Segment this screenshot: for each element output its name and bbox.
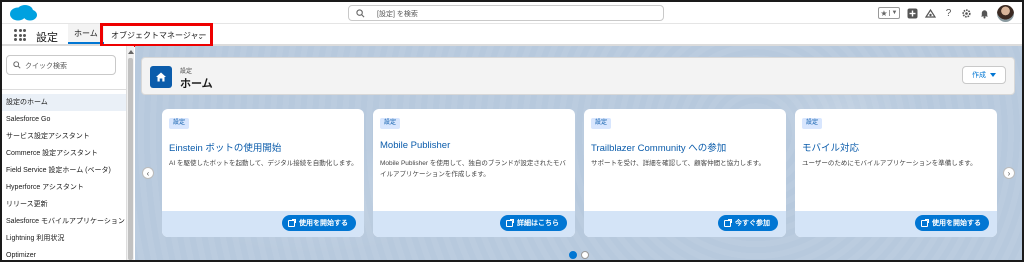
search-icon (356, 9, 365, 18)
card-body: 設定 モバイル対応 ユーザーのためにモバイルアプリケーションを準備します。 (795, 109, 997, 211)
card-title[interactable]: Trailblazer Community への参加 (591, 140, 726, 154)
tab-object-manager-label: オブジェクトマネージャー (111, 30, 207, 40)
app-name: 設定 (36, 32, 58, 44)
external-link-icon (288, 218, 296, 227)
card-title[interactable]: モバイル対応 (802, 140, 859, 154)
favorites-star-icon[interactable]: ★ (879, 9, 889, 18)
get-started-button[interactable]: 使用を開始する (915, 215, 989, 231)
card-body: 設定 Einstein ボットの使用開始 AI を駆使したボットを起動して、デジ… (162, 109, 364, 211)
card-tag: 設定 (591, 118, 612, 129)
sidebar-item-commerce-setup-assistant[interactable]: Commerce 設定アシスタント (2, 145, 126, 162)
chevron-down-icon (990, 73, 996, 77)
sidebar-item-salesforce-mobile-app[interactable]: Salesforce モバイルアプリケーション (2, 213, 126, 230)
global-header: [設定] を検索 ★ ▼ ? (2, 2, 1022, 24)
notifications-bell-icon[interactable] (979, 8, 990, 19)
global-search-input[interactable]: [設定] を検索 (348, 5, 664, 21)
sidebar-item-salesforce-go[interactable]: Salesforce Go (2, 111, 126, 128)
global-actions-add-icon[interactable] (907, 8, 918, 19)
card-description: サポートを受け、詳細を確認して、顧客仲間と協力します。 (591, 160, 766, 167)
header-icons: ★ ▼ ? (878, 4, 1014, 22)
external-link-icon (506, 218, 514, 227)
card-body: 設定 Trailblazer Community への参加 サポートを受け、詳細… (584, 109, 786, 211)
card-description: Mobile Publisher を使用して、独自のブランドが設定されたモバイル… (380, 160, 566, 178)
card-tag: 設定 (380, 118, 401, 129)
sidebar-scrollbar[interactable] (126, 46, 134, 260)
quick-search-placeholder: クイック検索 (25, 63, 67, 70)
create-button[interactable]: 作成 (962, 66, 1006, 84)
page-title: ホーム (180, 78, 213, 90)
card-trailblazer-community: 設定 Trailblazer Community への参加 サポートを受け、詳細… (584, 109, 786, 237)
card-tag: 設定 (802, 118, 823, 129)
favorites-button[interactable]: ★ ▼ (878, 7, 900, 19)
scroll-up-icon[interactable] (128, 50, 134, 54)
quick-search-input[interactable]: クイック検索 (6, 55, 116, 75)
salesforce-logo[interactable] (8, 4, 38, 22)
card-einstein-bots: 設定 Einstein ボットの使用開始 AI を駆使したボットを起動して、デジ… (162, 109, 364, 237)
get-started-button[interactable]: 使用を開始する (282, 215, 356, 231)
card-description: AI を駆使したボットを起動して、デジタル接続を自動化します。 (169, 160, 358, 167)
card-title[interactable]: Einstein ボットの使用開始 (169, 140, 281, 154)
sidebar-divider (2, 89, 126, 90)
external-link-icon (921, 218, 929, 227)
sidebar-item-field-service-setup-home[interactable]: Field Service 設定ホーム (ベータ) (2, 162, 126, 179)
breadcrumb: 設定 (180, 69, 193, 75)
app-navigation-bar: 設定 ホーム オブジェクトマネージャー ⌄ (2, 23, 1022, 47)
sidebar-item-optimizer[interactable]: Optimizer (2, 247, 126, 260)
chevron-down-icon[interactable]: ⌄ (197, 32, 204, 41)
browser-frame: [設定] を検索 ★ ▼ ? 設定 ホーム オブジェクトマネージャー ⌄ クイッ… (0, 0, 1024, 262)
home-icon (150, 66, 172, 88)
card-description: ユーザーのためにモバイルアプリケーションを準備します。 (802, 160, 977, 167)
setup-gear-icon[interactable] (961, 8, 972, 19)
sidebar-item-lightning-usage[interactable]: Lightning 利用状況 (2, 230, 126, 247)
learn-more-button[interactable]: 詳細はこちら (500, 215, 567, 231)
search-placeholder: [設定] を検索 (377, 11, 418, 18)
tab-object-manager[interactable]: オブジェクトマネージャー ⌄ (100, 23, 213, 47)
tab-home[interactable]: ホーム (68, 24, 104, 44)
card-button-label: 今すぐ参加 (735, 220, 770, 227)
search-icon (13, 61, 21, 69)
card-mobile-publisher: 設定 Mobile Publisher Mobile Publisher を使用… (373, 109, 575, 237)
app-launcher-icon[interactable] (14, 29, 26, 41)
carousel-dot-2[interactable] (581, 251, 589, 259)
card-title[interactable]: Mobile Publisher (380, 140, 450, 151)
setup-sidebar: クイック検索 設定のホーム Salesforce Go サービス設定アシスタント… (2, 46, 126, 260)
scroll-thumb[interactable] (128, 58, 133, 260)
user-avatar[interactable] (997, 4, 1014, 22)
setup-home-main: 設定 ホーム 作成 ‹ › 設定 Einstein ボットの使用開始 AI を駆… (135, 46, 1022, 260)
trailhead-icon[interactable] (925, 8, 936, 19)
card-tag: 設定 (169, 118, 190, 129)
create-button-label: 作成 (972, 72, 986, 79)
sidebar-item-service-setup-assistant[interactable]: サービス設定アシスタント (2, 128, 126, 145)
carousel-pagination (569, 251, 589, 259)
favorites-dropdown-icon[interactable]: ▼ (888, 10, 899, 16)
help-icon[interactable]: ? (943, 8, 954, 19)
carousel-dot-1[interactable] (569, 251, 577, 259)
card-button-label: 使用を開始する (299, 220, 348, 227)
page-header: 設定 ホーム 作成 (141, 57, 1015, 95)
carousel-next-button[interactable]: › (1003, 167, 1015, 179)
sidebar-menu: 設定のホーム Salesforce Go サービス設定アシスタント Commer… (2, 94, 126, 260)
card-button-label: 詳細はこちら (517, 220, 559, 227)
sidebar-item-release-updates[interactable]: リリース更新 (2, 196, 126, 213)
card-mobile-ready: 設定 モバイル対応 ユーザーのためにモバイルアプリケーションを準備します。 使用… (795, 109, 997, 237)
carousel-prev-button[interactable]: ‹ (142, 167, 154, 179)
card-button-label: 使用を開始する (932, 220, 981, 227)
join-now-button[interactable]: 今すぐ参加 (718, 215, 778, 231)
card-body: 設定 Mobile Publisher Mobile Publisher を使用… (373, 109, 575, 211)
external-link-icon (724, 218, 732, 227)
sidebar-item-setup-home[interactable]: 設定のホーム (2, 94, 126, 111)
sidebar-item-hyperforce-assistant[interactable]: Hyperforce アシスタント (2, 179, 126, 196)
